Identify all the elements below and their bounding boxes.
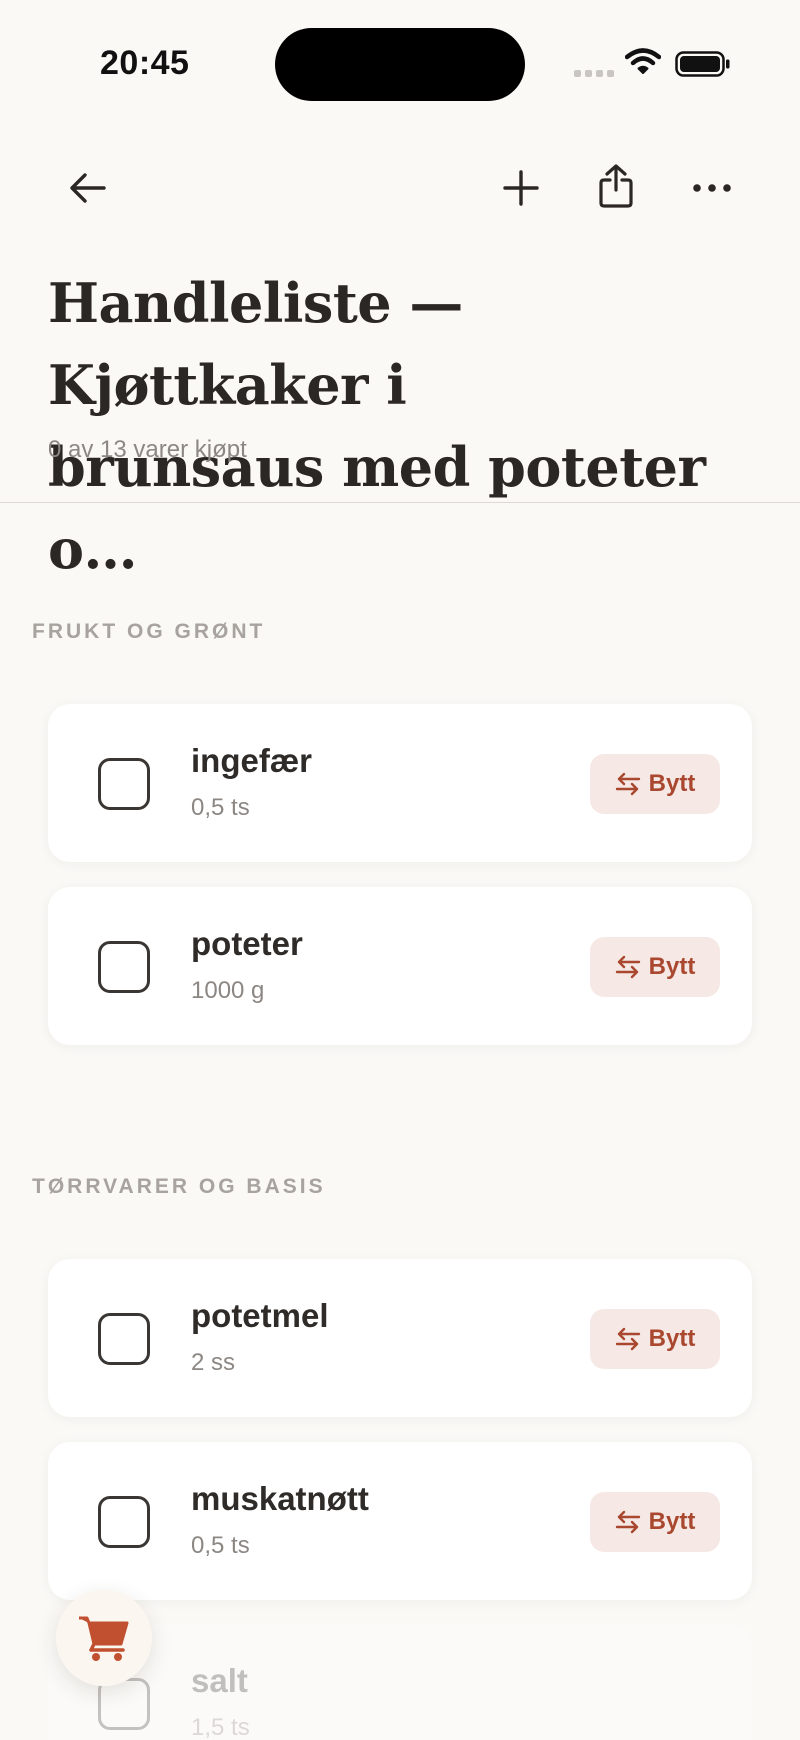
toolbar: [0, 150, 800, 230]
swap-button-label: Bytt: [648, 1508, 696, 1535]
list-item: muskatnøtt 0,5 ts Bytt: [48, 1442, 752, 1600]
status-time: 20:45: [100, 44, 190, 82]
add-button[interactable]: [489, 156, 553, 220]
arrow-left-icon: [70, 173, 106, 203]
swap-arrows-icon: [615, 772, 640, 796]
item-checkbox[interactable]: [98, 758, 150, 810]
item-quantity: 1000 g: [191, 977, 265, 1004]
item-checkbox[interactable]: [98, 1313, 150, 1365]
item-name: ingefær: [191, 742, 313, 779]
list-item: poteter 1000 g Bytt: [48, 887, 752, 1045]
swap-arrows-icon: [615, 1510, 640, 1534]
item-quantity: 1,5 ts: [191, 1714, 250, 1740]
section-header-pantry: TØRRVARER OG BASIS: [32, 1175, 326, 1198]
swap-button[interactable]: Bytt: [590, 937, 720, 997]
section-header-produce: FRUKT OG GRØNT: [32, 620, 266, 643]
item-name: potetmel: [191, 1297, 329, 1334]
back-button[interactable]: [56, 156, 120, 220]
swap-arrows-icon: [615, 1327, 640, 1351]
cart-button[interactable]: [56, 1590, 152, 1686]
plus-icon: [503, 170, 539, 206]
swap-button-label: Bytt: [648, 770, 696, 797]
swap-arrows-icon: [615, 955, 640, 979]
item-name: salt: [191, 1662, 248, 1699]
item-quantity: 0,5 ts: [191, 794, 250, 821]
purchase-progress-text: 0 av 13 varer kjøpt: [48, 436, 247, 463]
swap-button[interactable]: Bytt: [590, 1492, 720, 1552]
wifi-icon: [625, 48, 661, 74]
swap-button-label: Bytt: [648, 1325, 696, 1352]
swap-button[interactable]: Bytt: [590, 1309, 720, 1369]
more-button[interactable]: [680, 156, 744, 220]
list-item: ingefær 0,5 ts Bytt: [48, 704, 752, 862]
battery-icon: [675, 51, 730, 77]
ellipsis-icon: [693, 184, 731, 192]
item-quantity: 2 ss: [191, 1349, 236, 1376]
shopping-list-screen: 20:45 Handleliste — Kjøttkaker i brunsau…: [0, 0, 800, 1740]
item-name: muskatnøtt: [191, 1480, 369, 1517]
item-checkbox[interactable]: [98, 941, 150, 993]
item-quantity: 0,5 ts: [191, 1532, 250, 1559]
swap-button-label: Bytt: [648, 953, 696, 980]
swap-button[interactable]: Bytt: [590, 754, 720, 814]
header-divider: [0, 502, 800, 503]
dynamic-island: [275, 28, 525, 101]
item-checkbox[interactable]: [98, 1496, 150, 1548]
list-item: potetmel 2 ss Bytt: [48, 1259, 752, 1417]
cellular-signal-icon: [574, 70, 614, 77]
shopping-cart-icon: [79, 1616, 129, 1661]
item-name: poteter: [191, 925, 303, 962]
share-button[interactable]: [584, 154, 648, 218]
page-title-line-1: Handleliste — Kjøttkaker i: [48, 271, 463, 417]
status-bar: 20:45: [0, 0, 800, 130]
share-icon: [599, 164, 633, 208]
page-title: Handleliste — Kjøttkaker i brunsaus med …: [48, 262, 758, 590]
list-item: salt 1,5 ts: [48, 1624, 752, 1740]
